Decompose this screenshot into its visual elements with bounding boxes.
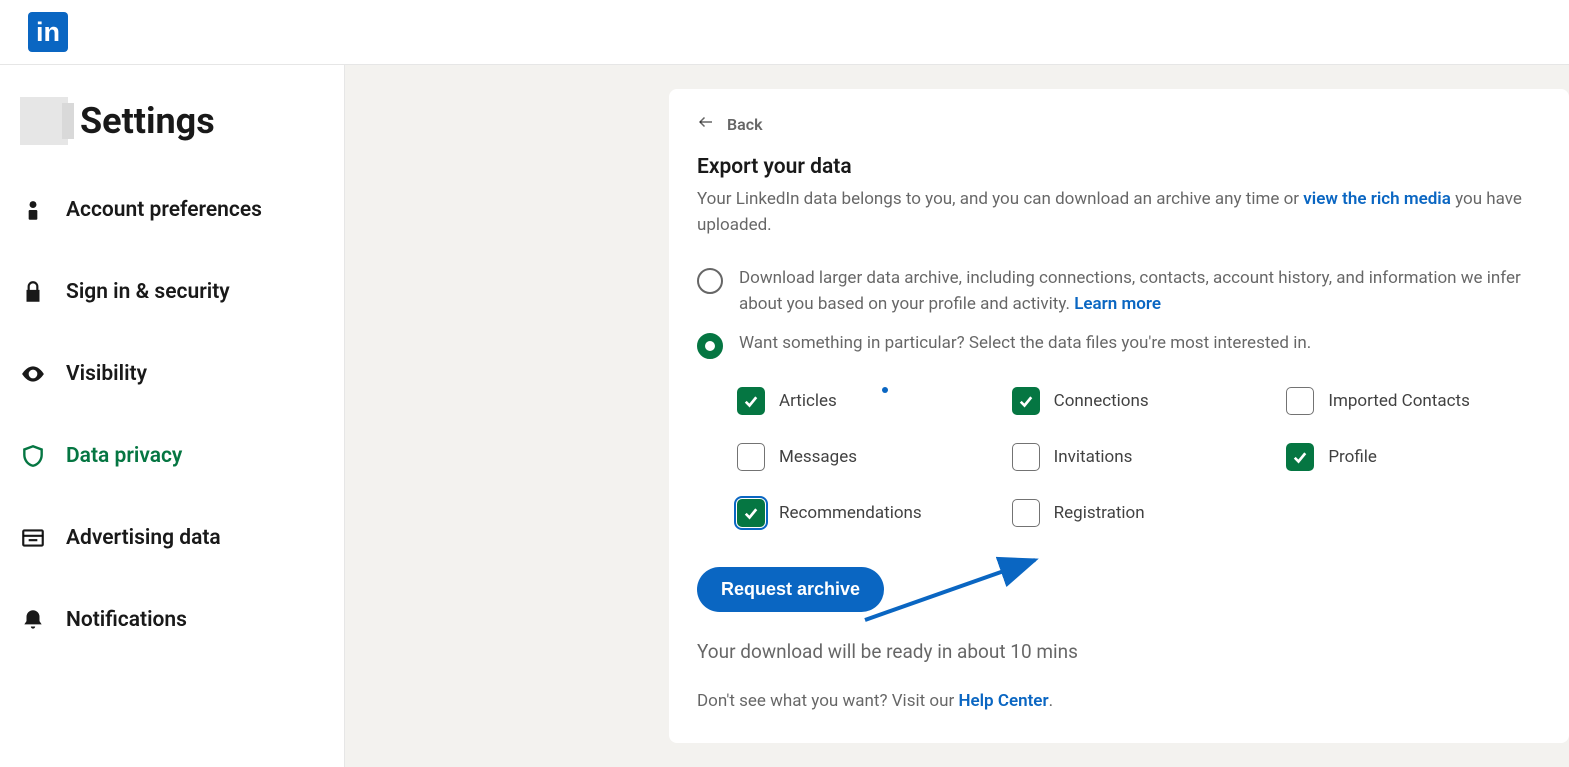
sidebar-item-account-preferences[interactable]: Account preferences [0,169,344,251]
sidebar-item-label: Advertising data [66,526,221,550]
checkbox-item-messages[interactable]: Messages [737,443,992,471]
sidebar-item-label: Account preferences [66,198,262,222]
sidebar-item-visibility[interactable]: Visibility [0,333,344,415]
eye-icon [20,361,46,387]
checkbox-item-registration[interactable]: Registration [1012,499,1267,527]
checkbox-label: Connections [1054,391,1149,411]
back-label: Back [727,115,763,134]
radio-option-particular[interactable]: Want something in particular? Select the… [697,331,1541,359]
checkbox-label: Registration [1054,503,1145,523]
export-data-card: Back Export your data Your LinkedIn data… [669,89,1569,743]
sidebar-item-label: Visibility [66,362,147,386]
sidebar-item-label: Notifications [66,608,187,632]
checkbox-item-recommendations[interactable]: Recommendations [737,499,992,527]
checkbox-item-articles[interactable]: Articles [737,387,992,415]
arrow-left-icon [697,113,715,135]
checkbox-label: Invitations [1054,447,1133,467]
section-description: Your LinkedIn data belongs to you, and y… [697,187,1541,238]
checkbox-profile[interactable] [1286,443,1314,471]
checkbox-label: Imported Contacts [1328,391,1470,411]
newspaper-icon [20,525,46,551]
settings-sidebar: Settings Account preferences Sign in & s… [0,65,345,767]
shield-icon [20,443,46,469]
decorative-dot [882,387,888,393]
sidebar-item-data-privacy[interactable]: Data privacy [0,415,344,497]
lock-icon [20,279,46,305]
checkbox-label: Messages [779,447,857,467]
checkbox-label: Articles [779,391,837,411]
global-header: in [0,0,1569,65]
checkbox-recommendations[interactable] [737,499,765,527]
download-note: Your download will be ready in about 10 … [697,640,1541,663]
checkbox-registration[interactable] [1012,499,1040,527]
section-title: Export your data [697,155,1541,179]
checkbox-item-connections[interactable]: Connections [1012,387,1267,415]
checkbox-connections[interactable] [1012,387,1040,415]
sidebar-item-advertising-data[interactable]: Advertising data [0,497,344,579]
back-button[interactable]: Back [697,113,1541,135]
checkbox-messages[interactable] [737,443,765,471]
radio-option-full-archive[interactable]: Download larger data archive, including … [697,266,1541,317]
help-note: Don't see what you want? Visit our Help … [697,691,1541,711]
avatar [20,97,68,145]
sidebar-item-label: Sign in & security [66,280,230,304]
checkbox-imported-contacts[interactable] [1286,387,1314,415]
page-title: Settings [80,100,215,142]
radio-full-archive[interactable] [697,268,723,294]
checkbox-item-profile[interactable]: Profile [1286,443,1541,471]
checkbox-label: Profile [1328,447,1377,467]
checkbox-item-imported-contacts[interactable]: Imported Contacts [1286,387,1541,415]
sidebar-item-sign-in-security[interactable]: Sign in & security [0,251,344,333]
view-rich-media-link[interactable]: view the rich media [1303,189,1451,209]
checkbox-grid: Articles Connections Imported Contacts Mess… [697,387,1541,527]
linkedin-logo[interactable]: in [28,12,68,52]
sidebar-item-notifications[interactable]: Notifications [0,579,344,661]
person-icon [20,197,46,223]
radio-particular[interactable] [697,333,723,359]
sidebar-item-label: Data privacy [66,444,182,468]
help-center-link[interactable]: Help Center [958,691,1048,711]
request-archive-button[interactable]: Request archive [697,567,884,612]
checkbox-articles[interactable] [737,387,765,415]
learn-more-link[interactable]: Learn more [1074,294,1161,314]
checkbox-invitations[interactable] [1012,443,1040,471]
bell-icon [20,607,46,633]
checkbox-item-invitations[interactable]: Invitations [1012,443,1267,471]
checkbox-label: Recommendations [779,503,922,523]
content-area: Back Export your data Your LinkedIn data… [345,65,1569,767]
